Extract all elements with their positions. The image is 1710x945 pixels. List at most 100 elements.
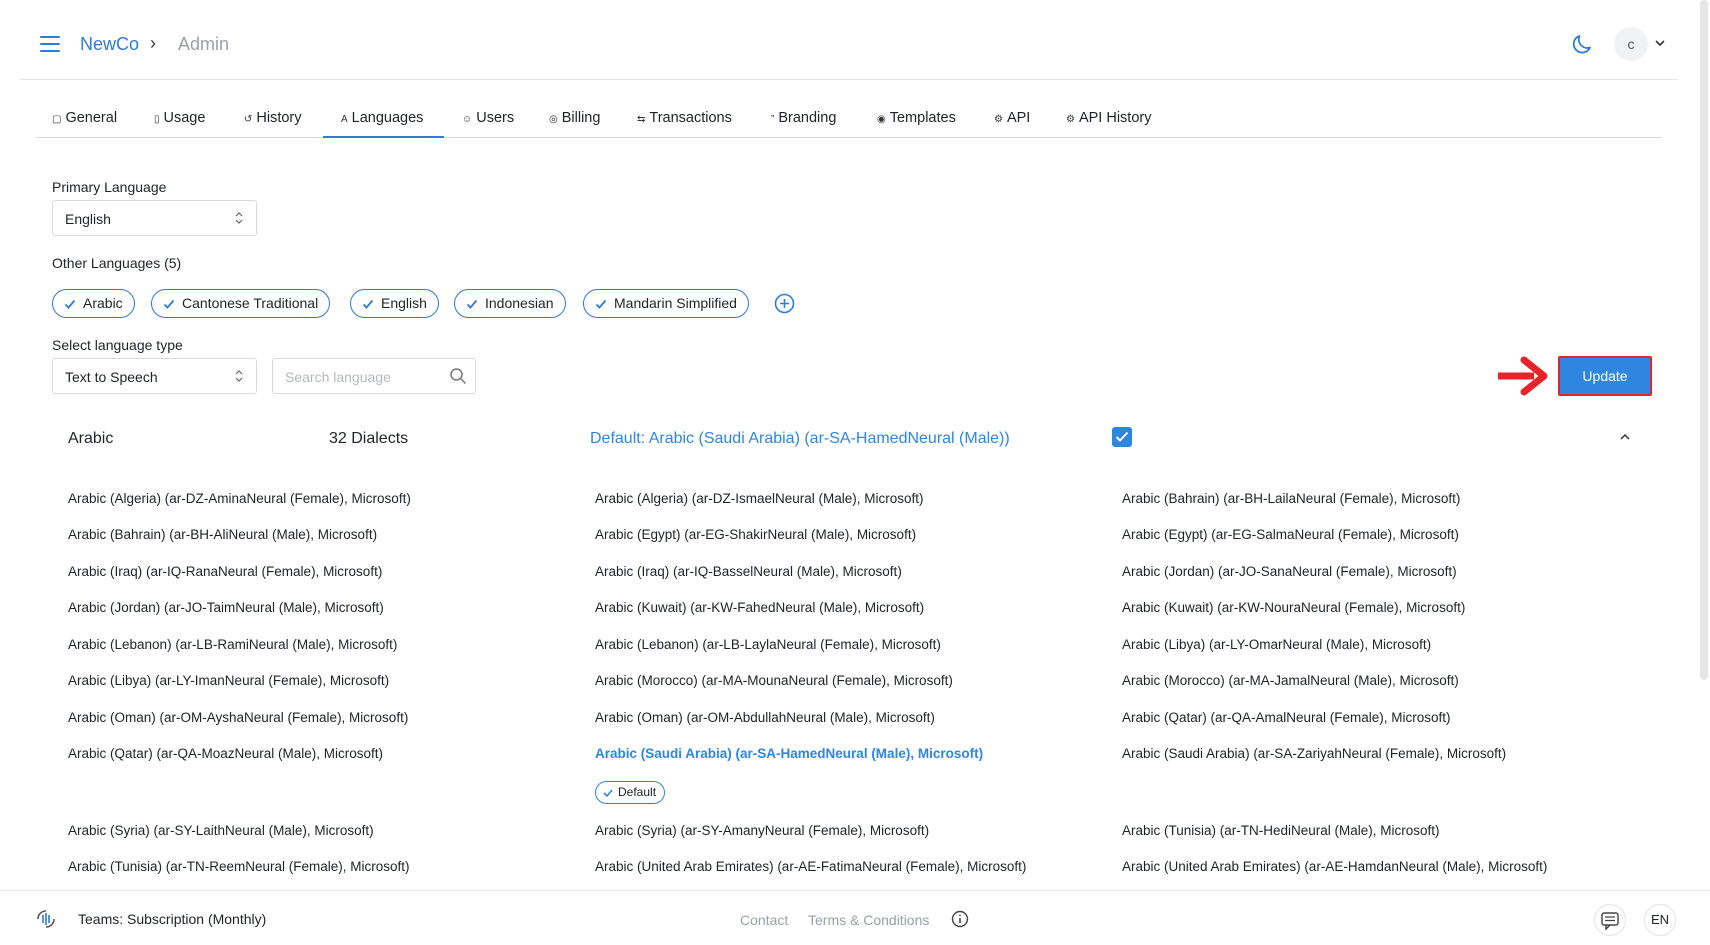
language-type-select[interactable]: Text to Speech (52, 358, 257, 394)
chat-icon (1601, 912, 1619, 931)
tab-users[interactable]: ☺ Users (462, 110, 514, 126)
voice-option[interactable]: Arabic (Egypt) (ar-EG-SalmaNeural (Femal… (1122, 527, 1459, 542)
footer: Teams: Subscription (Monthly) Contact Te… (0, 890, 1710, 945)
check-icon (1115, 431, 1129, 442)
tab-languages[interactable]: A Languages (341, 110, 423, 126)
voice-option[interactable]: Arabic (Oman) (ar-OM-AbdullahNeural (Mal… (595, 710, 935, 725)
voice-option[interactable]: Arabic (Tunisia) (ar-TN-HediNeural (Male… (1122, 823, 1440, 838)
language-chip-cantonese[interactable]: Cantonese Traditional (151, 289, 331, 318)
update-button[interactable]: Update (1558, 356, 1652, 396)
language-chip-arabic[interactable]: Arabic (52, 289, 135, 318)
language-chip-english[interactable]: English (350, 289, 439, 318)
primary-language-select[interactable]: English (52, 200, 257, 236)
tab-billing[interactable]: ◎ Billing (549, 110, 600, 126)
chevron-down-icon[interactable] (1654, 37, 1666, 49)
subscription-plan: Teams: Subscription (Monthly) (78, 911, 267, 927)
tab-usage[interactable]: ▯ Usage (154, 110, 205, 126)
voice-option[interactable]: Arabic (Qatar) (ar-QA-AmalNeural (Female… (1122, 710, 1451, 725)
chevron-right-icon: › (150, 33, 156, 53)
tab-general[interactable]: ▢ General (52, 110, 117, 126)
translate-icon: A (341, 114, 348, 125)
dialect-count: 32 Dialects (329, 430, 409, 447)
breadcrumb-current: Admin (178, 34, 230, 54)
language-chip-mandarin[interactable]: Mandarin Simplified (583, 289, 749, 318)
add-language-icon[interactable] (774, 293, 795, 314)
voice-option[interactable]: Arabic (Kuwait) (ar-KW-FahedNeural (Male… (595, 600, 924, 615)
check-icon (595, 299, 607, 309)
voice-option[interactable]: Arabic (Algeria) (ar-DZ-AminaNeural (Fem… (68, 491, 411, 506)
voice-option[interactable]: Arabic (Iraq) (ar-IQ-RanaNeural (Female)… (68, 564, 382, 579)
avatar[interactable]: c (1614, 27, 1648, 61)
tab-templates[interactable]: ◉ Templates (877, 110, 956, 126)
moon-icon[interactable] (1570, 32, 1594, 56)
scrollbar[interactable] (1700, 0, 1708, 680)
tab-api-history[interactable]: ⚙ API History (1066, 110, 1151, 126)
chat-button[interactable] (1594, 904, 1626, 936)
check-icon (163, 299, 175, 309)
voice-option[interactable]: Arabic (Algeria) (ar-DZ-IsmaelNeural (Ma… (595, 491, 924, 506)
breadcrumb-root[interactable]: NewCo (80, 34, 139, 55)
default-voice-label: Default: Arabic (Saudi Arabia) (ar-SA-Ha… (590, 430, 1010, 447)
voice-option[interactable]: Arabic (United Arab Emirates) (ar-AE-Fat… (595, 859, 1026, 874)
voice-option[interactable]: Arabic (Bahrain) (ar-BH-AliNeural (Male)… (68, 527, 377, 542)
top-bar: NewCo › Admin c (20, 0, 1678, 80)
battery-icon: ▯ (154, 114, 160, 125)
active-tab-indicator (323, 136, 444, 138)
tab-branding[interactable]: ” Branding (771, 110, 836, 126)
language-type-value: Text to Speech (65, 369, 158, 385)
tab-history[interactable]: ↺ History (244, 110, 302, 126)
chevron-up-icon[interactable] (1618, 430, 1632, 444)
voice-option[interactable]: Arabic (Kuwait) (ar-KW-NouraNeural (Fema… (1122, 600, 1465, 615)
voice-option-selected[interactable]: Arabic (Saudi Arabia) (ar-SA-HamedNeural… (595, 746, 983, 761)
api-icon: ⚙ (994, 114, 1003, 125)
tab-transactions[interactable]: ⇆ Transactions (637, 110, 732, 126)
terms-link[interactable]: Terms & Conditions (808, 912, 929, 928)
voice-option[interactable]: Arabic (Libya) (ar-LY-ImanNeural (Female… (68, 673, 389, 688)
voice-option[interactable]: Arabic (Morocco) (ar-MA-JamalNeural (Mal… (1122, 673, 1459, 688)
check-icon (603, 789, 613, 798)
search-input[interactable] (285, 367, 445, 387)
language-switcher[interactable]: EN (1644, 904, 1676, 936)
user-icon: ☺ (462, 114, 473, 125)
voice-option[interactable]: Arabic (Iraq) (ar-IQ-BasselNeural (Male)… (595, 564, 902, 579)
language-chip-indonesian[interactable]: Indonesian (454, 289, 566, 318)
voice-option[interactable]: Arabic (Lebanon) (ar-LB-LaylaNeural (Fem… (595, 637, 941, 652)
language-enabled-checkbox[interactable] (1112, 427, 1132, 447)
menu-icon[interactable] (40, 36, 60, 52)
transactions-icon: ⇆ (637, 114, 646, 125)
logo-icon (37, 910, 55, 928)
check-icon (362, 299, 374, 309)
search-icon[interactable] (449, 367, 467, 385)
tab-api[interactable]: ⚙ API (994, 110, 1030, 126)
voice-option[interactable]: Arabic (Saudi Arabia) (ar-SA-ZariyahNeur… (1122, 746, 1506, 761)
arrow-right-icon (1498, 356, 1548, 396)
primary-language-value: English (65, 211, 111, 227)
api-icon: ⚙ (1066, 114, 1075, 125)
other-languages-label: Other Languages (5) (52, 255, 182, 271)
voice-option[interactable]: Arabic (Egypt) (ar-EG-ShakirNeural (Male… (595, 527, 916, 542)
templates-icon: ◉ (877, 114, 886, 125)
voice-option[interactable]: Arabic (United Arab Emirates) (ar-AE-Ham… (1122, 859, 1547, 874)
check-icon (64, 299, 76, 309)
primary-language-label: Primary Language (52, 179, 167, 195)
billing-icon: ◎ (549, 114, 558, 125)
voice-option[interactable]: Arabic (Lebanon) (ar-LB-RamiNeural (Male… (68, 637, 397, 652)
search-field (272, 358, 476, 394)
file-icon: ▢ (52, 114, 62, 125)
voice-option[interactable]: Arabic (Oman) (ar-OM-AyshaNeural (Female… (68, 710, 408, 725)
voice-option[interactable]: Arabic (Jordan) (ar-JO-SanaNeural (Femal… (1122, 564, 1457, 579)
language-name: Arabic (68, 430, 114, 447)
history-icon: ↺ (244, 114, 253, 125)
voice-option[interactable]: Arabic (Bahrain) (ar-BH-LailaNeural (Fem… (1122, 491, 1460, 506)
info-icon[interactable] (951, 910, 969, 928)
voice-option[interactable]: Arabic (Syria) (ar-SY-LaithNeural (Male)… (68, 823, 374, 838)
voice-option[interactable]: Arabic (Tunisia) (ar-TN-ReemNeural (Fema… (68, 859, 410, 874)
voice-option[interactable]: Arabic (Libya) (ar-LY-OmarNeural (Male),… (1122, 637, 1431, 652)
voice-option[interactable]: Arabic (Qatar) (ar-QA-MoazNeural (Male),… (68, 746, 383, 761)
updown-chevron-icon (235, 212, 243, 224)
contact-link[interactable]: Contact (740, 912, 788, 928)
voice-option[interactable]: Arabic (Jordan) (ar-JO-TaimNeural (Male)… (68, 600, 384, 615)
voice-option[interactable]: Arabic (Morocco) (ar-MA-MounaNeural (Fem… (595, 673, 953, 688)
language-type-label: Select language type (52, 337, 183, 353)
voice-option[interactable]: Arabic (Syria) (ar-SY-AmanyNeural (Femal… (595, 823, 929, 838)
